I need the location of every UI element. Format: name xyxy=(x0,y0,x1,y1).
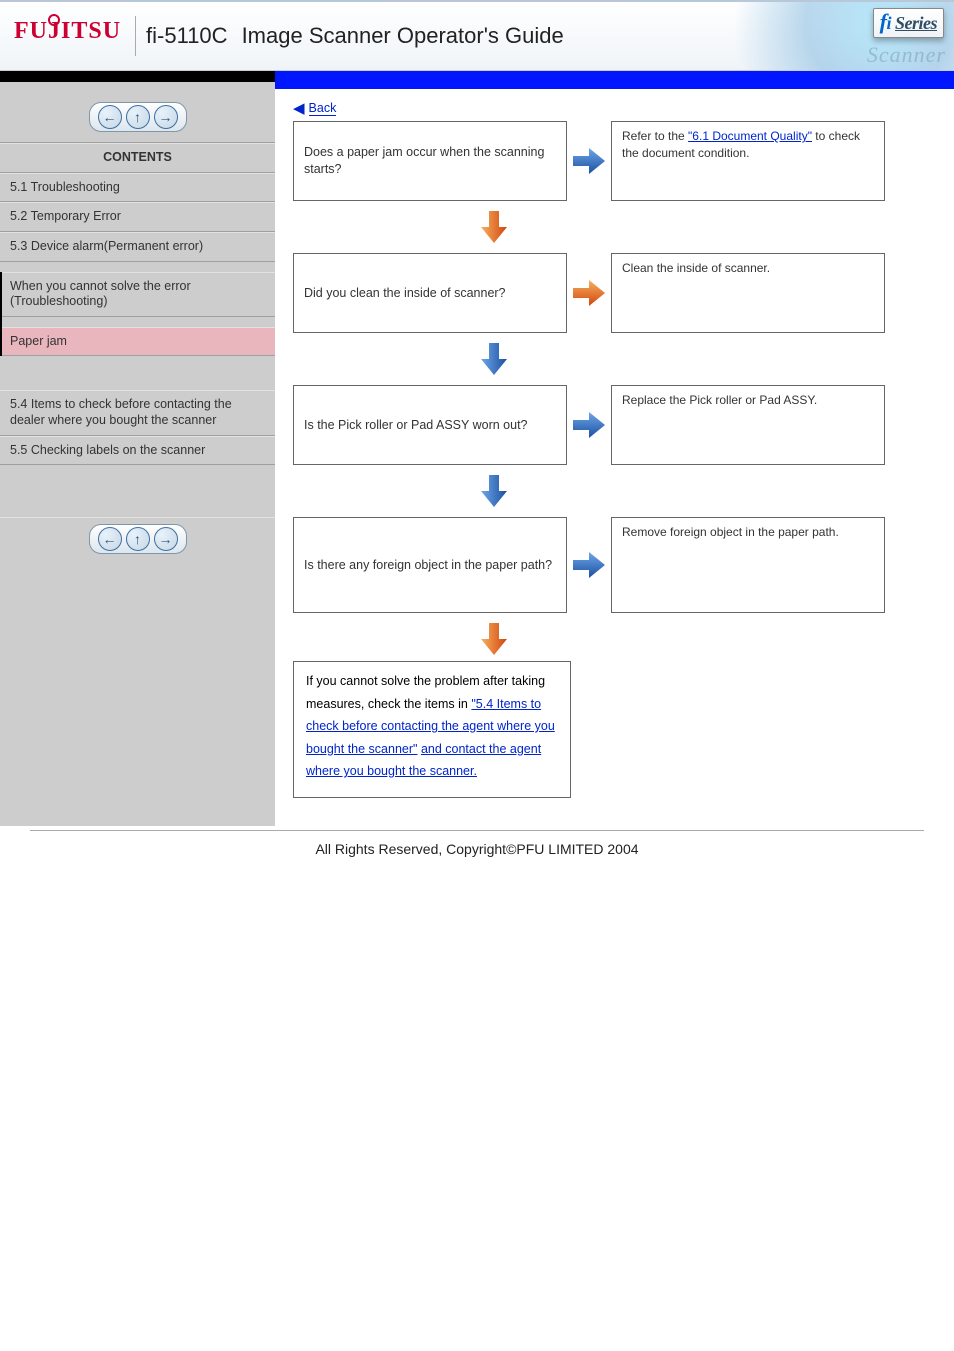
sidebar-item-troubleshooting[interactable]: When you cannot solve the error (Trouble… xyxy=(2,272,275,317)
back-triangle-icon: ◀ xyxy=(293,99,305,117)
flow-step-2: Did you clean the inside of scanner? Cle… xyxy=(293,253,942,333)
arrow-down-orange-icon xyxy=(368,617,620,661)
back-link[interactable]: ◀ Back xyxy=(293,99,942,117)
flow-ref-4: Remove foreign object in the paper path. xyxy=(611,517,885,613)
nav-pill: ← ↑ → xyxy=(89,102,187,132)
badge-i: i xyxy=(886,13,891,33)
flow-ref-2: Clean the inside of scanner. xyxy=(611,253,885,333)
back-label: Back xyxy=(309,101,337,116)
header-separator xyxy=(135,16,136,56)
sidebar-item-5-2[interactable]: 5.2 Temporary Error xyxy=(0,202,275,232)
flow-question-2: Did you clean the inside of scanner? xyxy=(293,253,567,333)
arrow-right-icon: → xyxy=(159,531,173,547)
flow-question-3: Is the Pick roller or Pad ASSY worn out? xyxy=(293,385,567,465)
header-wash-text: Scanner xyxy=(867,42,946,68)
body: ← ↑ → CONTENTS 5.1 Troubleshooting 5.2 T… xyxy=(0,71,954,826)
flow-step-1: Does a paper jam occur when the scanning… xyxy=(293,121,942,201)
main-bluebar xyxy=(275,71,954,89)
sidebar-item-5-1[interactable]: 5.1 Troubleshooting xyxy=(0,173,275,203)
sidebar-bracket: When you cannot solve the error (Trouble… xyxy=(0,272,275,357)
nav-top: ← ↑ → xyxy=(0,96,275,143)
flow-step-3: Is the Pick roller or Pad ASSY worn out?… xyxy=(293,385,942,465)
nav-prev-button-bottom[interactable]: ← xyxy=(98,527,122,551)
header: FUJITSU fi-5110C Image Scanner Operator'… xyxy=(0,0,954,71)
arrow-up-icon: ↑ xyxy=(134,531,141,547)
flow-ref-3: Replace the Pick roller or Pad ASSY. xyxy=(611,385,885,465)
series-badge: fi Series xyxy=(873,8,944,38)
flow-ref-1: Refer to the "6.1 Document Quality" to c… xyxy=(611,121,885,201)
flow-final: If you cannot solve the problem after ta… xyxy=(293,661,571,798)
sidebar: ← ↑ → CONTENTS 5.1 Troubleshooting 5.2 T… xyxy=(0,71,275,826)
nav-up-button-bottom[interactable]: ↑ xyxy=(126,527,150,551)
brand: FUJITSU xyxy=(0,18,135,55)
flow-ref-1-link[interactable]: "6.1 Document Quality" xyxy=(688,129,812,143)
sidebar-topbar xyxy=(0,71,275,82)
page-title: Image Scanner Operator's Guide xyxy=(242,23,564,49)
footer-text: All Rights Reserved, Copyright©PFU LIMIT… xyxy=(315,841,638,857)
nav-prev-button[interactable]: ← xyxy=(98,105,122,129)
arrow-right-icon xyxy=(567,385,611,465)
nav-bottom: ← ↑ → xyxy=(0,517,275,564)
arrow-left-icon: ← xyxy=(103,531,117,547)
flow-ref-1-prefix: Refer to the xyxy=(622,129,688,143)
brand-ring-icon xyxy=(48,14,60,26)
nav-next-button-bottom[interactable]: → xyxy=(154,527,178,551)
sidebar-item-5-3[interactable]: 5.3 Device alarm(Permanent error) xyxy=(0,232,275,262)
flow-question-4: Is there any foreign object in the paper… xyxy=(293,517,567,613)
sidebar-contents-label[interactable]: CONTENTS xyxy=(0,143,275,173)
arrow-down-orange-icon xyxy=(368,205,620,249)
nav-pill-bottom: ← ↑ → xyxy=(89,524,187,554)
badge-series: Series xyxy=(895,13,937,33)
flow-question-1: Does a paper jam occur when the scanning… xyxy=(293,121,567,201)
main: ◀ Back Does a paper jam occur when the s… xyxy=(275,71,954,826)
brand-text: FUJITSU xyxy=(14,18,121,44)
arrow-right-icon xyxy=(567,253,611,333)
arrow-right-icon xyxy=(567,517,611,613)
header-decor: fi Series Scanner xyxy=(704,2,954,70)
sidebar-item-paper-jam[interactable]: Paper jam xyxy=(2,327,275,357)
sidebar-item-5-5[interactable]: 5.5 Checking labels on the scanner xyxy=(0,436,275,466)
nav-up-button[interactable]: ↑ xyxy=(126,105,150,129)
arrow-down-blue-icon xyxy=(368,469,620,513)
footer: All Rights Reserved, Copyright©PFU LIMIT… xyxy=(0,831,954,887)
arrow-right-icon xyxy=(567,121,611,201)
sidebar-item-5-4[interactable]: 5.4 Items to check before contacting the… xyxy=(0,390,275,435)
arrow-down-blue-icon xyxy=(368,337,620,381)
arrow-right-icon: → xyxy=(159,109,173,125)
flow-step-4: Is there any foreign object in the paper… xyxy=(293,517,942,613)
arrow-left-icon: ← xyxy=(103,109,117,125)
arrow-up-icon: ↑ xyxy=(134,109,141,125)
model-label: fi-5110C xyxy=(146,23,228,49)
nav-next-button[interactable]: → xyxy=(154,105,178,129)
